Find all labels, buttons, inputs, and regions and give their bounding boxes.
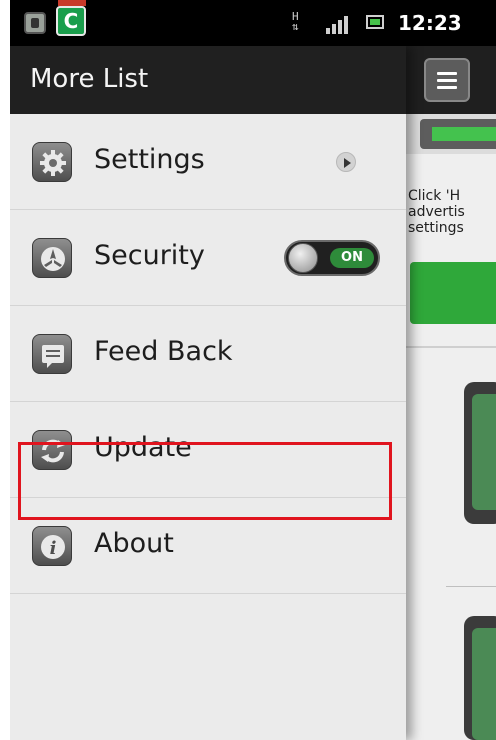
- background-app-screen: Click 'H advertis settings A: [406, 46, 496, 740]
- menu-item-settings[interactable]: Settings: [10, 114, 406, 210]
- clock: 12:23: [398, 11, 462, 35]
- toggle-state-label: ON: [330, 248, 374, 268]
- menu-item-label: Update: [94, 432, 192, 463]
- menu-item-label: Feed Back: [94, 336, 233, 367]
- menu-item-feed-back[interactable]: Feed Back: [10, 306, 406, 402]
- shield-icon: [32, 238, 72, 278]
- drawer-header: More List: [10, 46, 406, 114]
- menu-item-label: Security: [94, 240, 205, 271]
- more-list-drawer: More List Settings Security ON Feed Back…: [10, 46, 406, 740]
- menu-item-label: Settings: [94, 144, 205, 175]
- background-tab-bar: [406, 114, 496, 154]
- chevron-right-icon: [336, 152, 356, 172]
- info-icon: i: [32, 526, 72, 566]
- notification-icon: [24, 12, 46, 34]
- drawer-title: More List: [30, 64, 149, 94]
- drawer-menu: Settings Security ON Feed Back Update i …: [10, 114, 406, 594]
- menu-item-security[interactable]: Security ON: [10, 210, 406, 306]
- app-notification-icon: C: [56, 0, 86, 36]
- background-tab[interactable]: [420, 119, 496, 149]
- toggle-knob: [288, 243, 318, 273]
- menu-item-label: About: [94, 528, 174, 559]
- phone-screen: C H⇅ 12:23 Click 'H advertis settings A …: [10, 0, 496, 740]
- refresh-icon: [32, 430, 72, 470]
- divider: [446, 586, 496, 587]
- hsdpa-icon: H ⇅: [292, 10, 299, 33]
- background-description: Click 'H advertis settings: [408, 188, 465, 236]
- divider: [406, 346, 496, 348]
- status-bar: C H ⇅ 12:23: [10, 0, 496, 46]
- security-toggle[interactable]: ON: [284, 240, 380, 276]
- feedback-icon: [32, 334, 72, 374]
- background-app-tile[interactable]: [464, 616, 496, 740]
- signal-icon: [326, 16, 350, 34]
- svg-text:i: i: [50, 538, 57, 559]
- background-app-toolbar: [406, 46, 496, 114]
- background-app-tile[interactable]: [464, 382, 496, 524]
- background-action-button[interactable]: [410, 262, 496, 324]
- menu-icon[interactable]: [424, 58, 470, 102]
- menu-item-about[interactable]: i About: [10, 498, 406, 594]
- menu-item-update[interactable]: Update: [10, 402, 406, 498]
- gear-icon: [32, 142, 72, 182]
- battery-icon: [366, 15, 384, 29]
